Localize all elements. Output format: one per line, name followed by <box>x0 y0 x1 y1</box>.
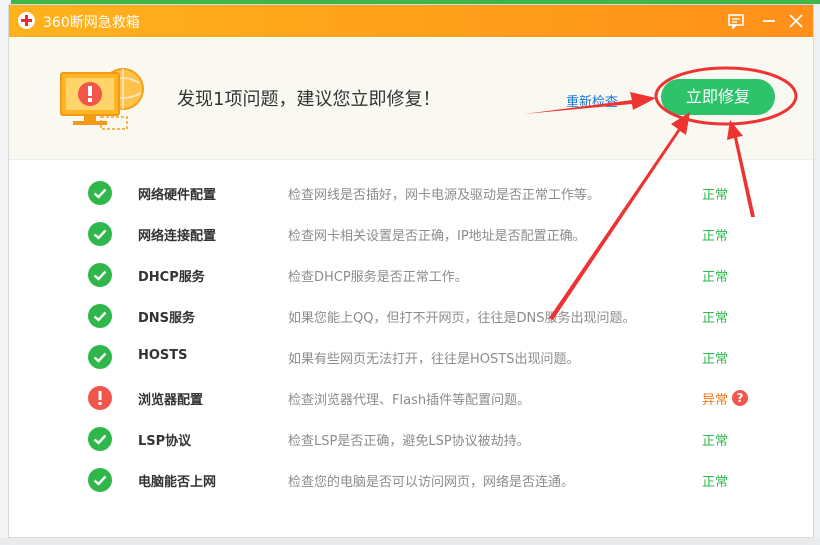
check-item-desc: 检查DHCP服务是否正常工作。 <box>288 270 468 285</box>
check-item-row: DHCP服务 检查DHCP服务是否正常工作。 正常 <box>9 260 813 290</box>
app-logo-icon <box>18 12 35 29</box>
check-ok-icon <box>88 468 112 492</box>
minimize-button[interactable] <box>758 10 780 32</box>
check-ok-icon <box>88 345 112 369</box>
check-item-desc: 如果有些网页无法打开，往往是HOSTS出现问题。 <box>288 352 580 367</box>
help-question-icon[interactable]: ? <box>732 390 748 406</box>
check-ok-icon <box>88 304 112 328</box>
check-item-row: 网络连接配置 检查网卡相关设置是否正确，IP地址是否配置正确。 正常 <box>9 219 813 249</box>
app-window: 360断网急救箱 发现1项问题，建议您立即修复！ 重新检查 立即修复 网络硬件配… <box>8 4 814 538</box>
check-item-row: LSP协议 检查LSP是否正确，避免LSP协议被劫持。 正常 <box>9 424 813 454</box>
check-item-desc: 检查网卡相关设置是否正确，IP地址是否配置正确。 <box>288 229 586 244</box>
check-item-status: 异常 <box>702 393 729 408</box>
check-item-desc: 检查浏览器代理、Flash插件等配置问题。 <box>288 393 531 408</box>
check-item-status: 正常 <box>702 434 729 449</box>
check-item-desc: 如果您能上QQ，但打不开网页，往往是DNS服务出现问题。 <box>288 311 636 326</box>
title-bar: 360断网急救箱 <box>9 5 813 37</box>
close-icon <box>789 14 803 28</box>
check-item-row: DNS服务 如果您能上QQ，但打不开网页，往往是DNS服务出现问题。 正常 <box>9 301 813 331</box>
check-item-desc: 检查您的电脑是否可以访问网页，网络是否连通。 <box>288 475 575 490</box>
check-item-status: 正常 <box>702 352 729 367</box>
check-item-name: DNS服务 <box>138 311 196 326</box>
check-item-name: 网络硬件配置 <box>138 188 217 203</box>
warning-icon <box>88 386 112 410</box>
check-item-name: HOSTS <box>138 348 188 363</box>
feedback-icon <box>728 14 744 30</box>
check-item-status: 正常 <box>702 270 729 285</box>
check-ok-icon <box>88 427 112 451</box>
check-item-row: 网络硬件配置 检查网线是否插好，网卡电源及驱动是否正常工作等。 正常 <box>9 178 813 208</box>
check-item-status: 正常 <box>702 475 729 490</box>
result-header: 发现1项问题，建议您立即修复！ 重新检查 立即修复 <box>9 37 813 160</box>
feedback-button[interactable] <box>725 10 747 32</box>
check-item-name: 网络连接配置 <box>138 229 217 244</box>
check-item-name: 浏览器配置 <box>138 393 204 408</box>
monitor-warning-illustration-icon <box>60 68 144 130</box>
check-ok-icon <box>88 181 112 205</box>
check-item-desc: 检查LSP是否正确，避免LSP协议被劫持。 <box>288 434 530 449</box>
check-item-name: 电脑能否上网 <box>138 475 217 490</box>
minimize-icon <box>763 20 775 22</box>
window-title: 360断网急救箱 <box>43 15 140 31</box>
fix-now-button[interactable]: 立即修复 <box>661 79 775 115</box>
check-item-row: 浏览器配置 检查浏览器代理、Flash插件等配置问题。 异常 ? <box>9 383 813 413</box>
check-ok-icon <box>88 263 112 287</box>
close-button[interactable] <box>785 10 807 32</box>
check-item-name: DHCP服务 <box>138 270 205 285</box>
check-item-row: HOSTS 如果有些网页无法打开，往往是HOSTS出现问题。 正常 <box>9 342 813 372</box>
check-item-desc: 检查网线是否插好，网卡电源及驱动是否正常工作等。 <box>288 188 601 203</box>
check-item-name: LSP协议 <box>138 434 192 449</box>
check-ok-icon <box>88 222 112 246</box>
recheck-link[interactable]: 重新检查 <box>566 91 618 110</box>
check-item-status: 正常 <box>702 229 729 244</box>
result-headline: 发现1项问题，建议您立即修复！ <box>177 89 441 110</box>
background-app-bottom <box>0 538 820 545</box>
check-item-status: 正常 <box>702 188 729 203</box>
check-item-status: 正常 <box>702 311 729 326</box>
check-item-row: 电脑能否上网 检查您的电脑是否可以访问网页，网络是否连通。 正常 <box>9 465 813 495</box>
